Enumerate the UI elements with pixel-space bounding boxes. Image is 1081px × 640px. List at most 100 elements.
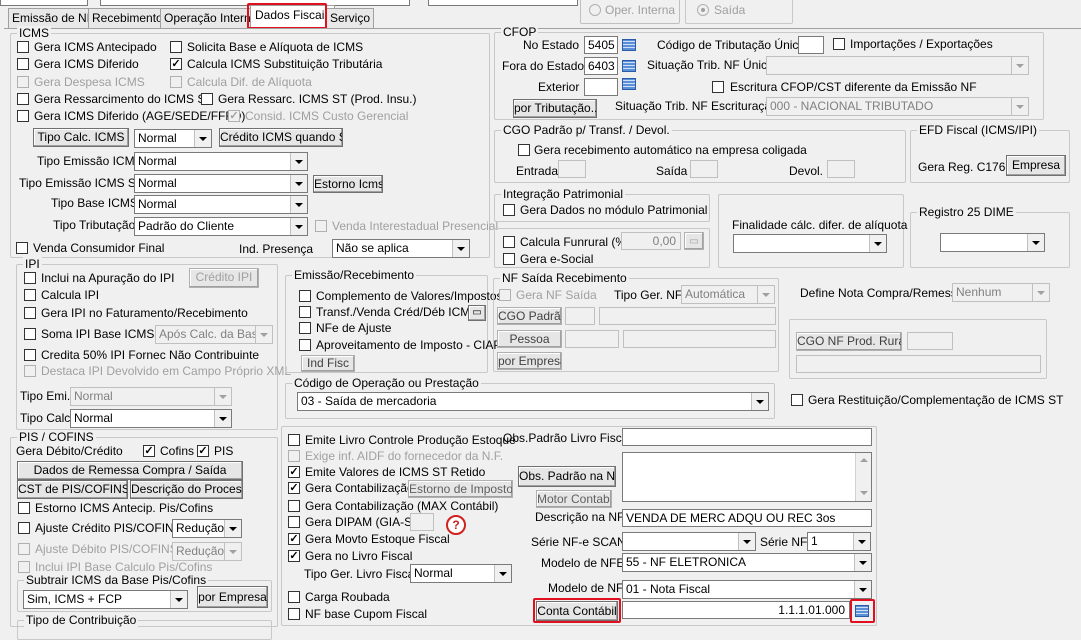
registro-25-select[interactable] [940,233,1045,252]
cod-trib-unico-input[interactable] [798,36,824,54]
gera-icms-antecipado-checkbox[interactable] [17,41,29,53]
ajuste-credito-checkbox[interactable] [18,522,30,534]
calcula-st-checkbox[interactable]: ✓ [170,58,182,70]
gera-receb-auto-checkbox[interactable] [518,144,530,156]
cst-pis-cofins-button[interactable]: CST de PIS/COFINS [17,480,128,499]
ind-fisc-button[interactable]: Ind Fisc [301,355,355,372]
ajuste-debito-checkbox[interactable] [18,543,30,555]
obs-padrao-nf-textarea[interactable] [622,452,872,502]
descricao-processo-button[interactable]: Descrição do Processo [130,480,243,499]
emite-valores-st-checkbox[interactable]: ✓ [288,466,300,478]
tipo-emissao-icms-select[interactable]: Normal [134,152,308,171]
ind-presenca-select[interactable]: Não se aplica [332,239,470,258]
cgo-rural-desc-input[interactable] [796,355,1041,373]
destaca-ipi-checkbox[interactable] [24,365,36,377]
consid-custo-checkbox[interactable]: ✓ [228,110,240,122]
motor-contab-button[interactable]: Motor Contab. [536,490,612,508]
credito-ipi-button[interactable]: Crédito IPI [189,268,259,288]
gera-nf-saida-checkbox[interactable] [499,289,511,301]
estorno-icms-button[interactable]: Estorno Icms [313,175,383,193]
tipo-ger-livro-select[interactable]: Normal [410,564,512,583]
gera-dados-patrimonial-checkbox[interactable] [503,204,515,216]
estorno-impostos-button[interactable]: Estorno de Impostos [408,480,513,498]
gera-livro-fiscal-checkbox[interactable]: ✓ [288,550,300,562]
obs-padrao-livro-input[interactable] [622,428,872,446]
calcula-dif-checkbox[interactable] [170,76,182,88]
carga-roubada-checkbox[interactable] [288,591,300,603]
conta-contabil-input[interactable]: 1.1.1.01.000 [622,601,850,619]
tipo-emi-select[interactable]: Normal [70,387,232,406]
transf-venda-button[interactable]: ▭ [468,305,486,321]
gera-despesa-checkbox[interactable] [17,76,29,88]
inclui-ipi-base-checkbox[interactable] [18,561,30,573]
gera-esocial-checkbox[interactable] [503,253,515,265]
gera-ressarc-prod-checkbox[interactable] [201,93,213,105]
cgo-nf-prod-rural-button[interactable]: CGO NF Prod. Rural [796,332,902,351]
dipam-input[interactable] [410,513,434,531]
tipo-base-icms-select[interactable]: Normal [134,195,308,214]
gera-contab-max-checkbox[interactable] [288,500,300,512]
gera-dipam-checkbox[interactable] [288,516,300,528]
gera-ipi-faturamento-checkbox[interactable] [24,307,36,319]
soma-ipi-base-checkbox[interactable] [24,328,36,340]
no-estado-input[interactable]: 5405 [584,36,618,54]
grid-list-icon[interactable] [622,60,636,72]
calcula-funrural-checkbox[interactable] [503,236,515,248]
serie-scan-select[interactable] [622,532,756,551]
exterior-input[interactable] [584,78,618,96]
pessoa-desc-input[interactable] [623,330,776,348]
importacoes-checkbox[interactable] [833,38,845,50]
cgo-padrao-desc-input[interactable] [599,307,776,325]
escritura-cfop-checkbox[interactable] [712,81,724,93]
calcula-ipi-checkbox[interactable] [24,289,36,301]
dados-remessa-button[interactable]: Dados de Remessa Compra / Saída [17,461,243,480]
gera-contabilizacao-checkbox[interactable]: ✓ [288,482,300,494]
sit-trib-esc-select[interactable]: 000 - NACIONAL TRIBUTADO [766,97,1029,116]
saida-radio[interactable] [697,4,709,16]
tipo-tributacao-select[interactable]: Padrão do Cliente [134,217,308,236]
por-empresa-nfsaida-button[interactable]: por Empresa [497,352,562,370]
modelo-nf-select[interactable]: 01 - Nota Fiscal [622,580,872,599]
apos-calc-select[interactable]: Após Calc. da Base [155,325,273,344]
cgo-padrao-code-input[interactable] [565,307,595,325]
tipo-calc-icms-button[interactable]: Tipo Calc. ICMS [33,128,129,147]
descricao-nf-input[interactable]: VENDA DE MERC ADQU OU REC 3os [622,509,872,527]
tipo-emissao-icms-st-select[interactable]: Normal [134,174,308,193]
gera-diferido-age-checkbox[interactable] [17,110,29,122]
tipo-ger-nf-select[interactable]: Automática [681,285,775,304]
scrollbar[interactable] [855,453,871,501]
solicita-base-checkbox[interactable] [170,41,182,53]
tipo-calc-ipi-select[interactable]: Normal [70,409,232,428]
exige-aidf-checkbox[interactable] [288,450,300,462]
nf-base-cupom-checkbox[interactable] [288,608,300,620]
gera-ressarcimento-checkbox[interactable] [17,93,29,105]
pis-checkbox[interactable]: ✓ [197,445,209,457]
por-tributacao-button[interactable]: por Tributação... [513,99,597,118]
por-empresa-pis-button[interactable]: por Empresa [197,586,268,608]
cgo-padrao-button[interactable]: CGO Padrão [497,307,562,325]
empresa-efd-button[interactable]: Empresa [1006,155,1066,176]
modelo-nfe-select[interactable]: 55 - NF ELETRONICA [622,553,872,572]
complemento-checkbox[interactable] [299,290,311,302]
entrada-input[interactable] [558,160,586,178]
pessoa-button[interactable]: Pessoa [497,330,562,348]
credita-50-checkbox[interactable] [24,349,36,361]
cofins-checkbox[interactable]: ✓ [143,445,155,457]
ajuste-credito-select[interactable]: Redução [172,519,242,538]
gera-movto-estoque-checkbox[interactable]: ✓ [288,533,300,545]
oper-interna-radio[interactable] [589,4,601,16]
saida-cgo-input[interactable] [690,160,718,178]
gera-icms-diferido-checkbox[interactable] [17,58,29,70]
subtrair-icms-select[interactable]: Sim, ICMS + FCP [23,590,188,609]
devol-input[interactable] [827,160,855,178]
top-field-3[interactable] [428,0,578,6]
venda-consumidor-checkbox[interactable] [16,242,28,254]
inclui-apuracao-ipi-checkbox[interactable] [24,272,36,284]
gera-restituicao-checkbox[interactable] [791,394,803,406]
aproveitamento-checkbox[interactable] [299,339,311,351]
fora-estado-input[interactable]: 6403 [584,57,618,75]
grid-list-icon[interactable] [622,39,636,51]
credito-icms-st-button[interactable]: Crédito ICMS quando ST [219,128,343,147]
cgo-rural-code-input[interactable] [907,332,953,350]
grid-list-icon[interactable] [622,78,636,90]
